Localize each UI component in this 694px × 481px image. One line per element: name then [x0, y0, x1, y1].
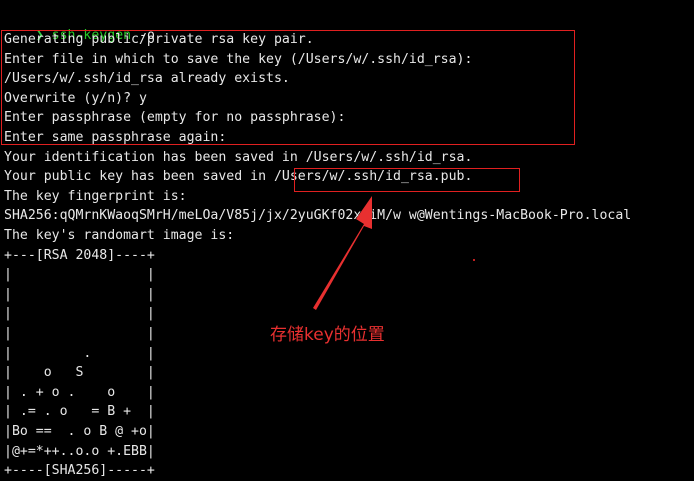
stray-dot-mark [473, 259, 475, 261]
pubkey-path-highlight-box [294, 168, 520, 192]
output-line: The key's randomart image is: [4, 228, 235, 243]
randomart-line: +----[SHA256]-----+ [4, 463, 155, 479]
randomart-line: |@+=*++..o.o +.EBB| [4, 443, 155, 459]
output-line: Your identification has been saved in /U… [4, 149, 473, 165]
prompt-output-highlight-box [1, 30, 575, 145]
output-line: The key fingerprint is: [4, 188, 187, 204]
randomart-line: | .= . o = B + | [4, 404, 155, 420]
randomart-line: | | [4, 306, 155, 322]
command-line: ❯ ssh-keygen -o [4, 6, 155, 43]
randomart-line: +---[RSA 2048]----+ [4, 247, 155, 263]
randomart-line: | . + o . o | [4, 384, 155, 400]
randomart-line: |Bo == . o B @ +o| [4, 424, 155, 439]
terminal-window[interactable]: ❯ ssh-keygen -o Generating public/privat… [0, 0, 694, 478]
output-line: SHA256:qQMrnKWaoqSMrH/meLOa/V85j/jx/2yuG… [4, 208, 632, 224]
randomart-line: | | [4, 326, 155, 341]
annotation-label: 存储key的位置 [270, 325, 385, 345]
randomart-line: | . | [4, 345, 155, 361]
randomart-line: | | [4, 286, 155, 302]
randomart-line: | | [4, 267, 155, 283]
randomart-line: | o S | [4, 365, 155, 381]
